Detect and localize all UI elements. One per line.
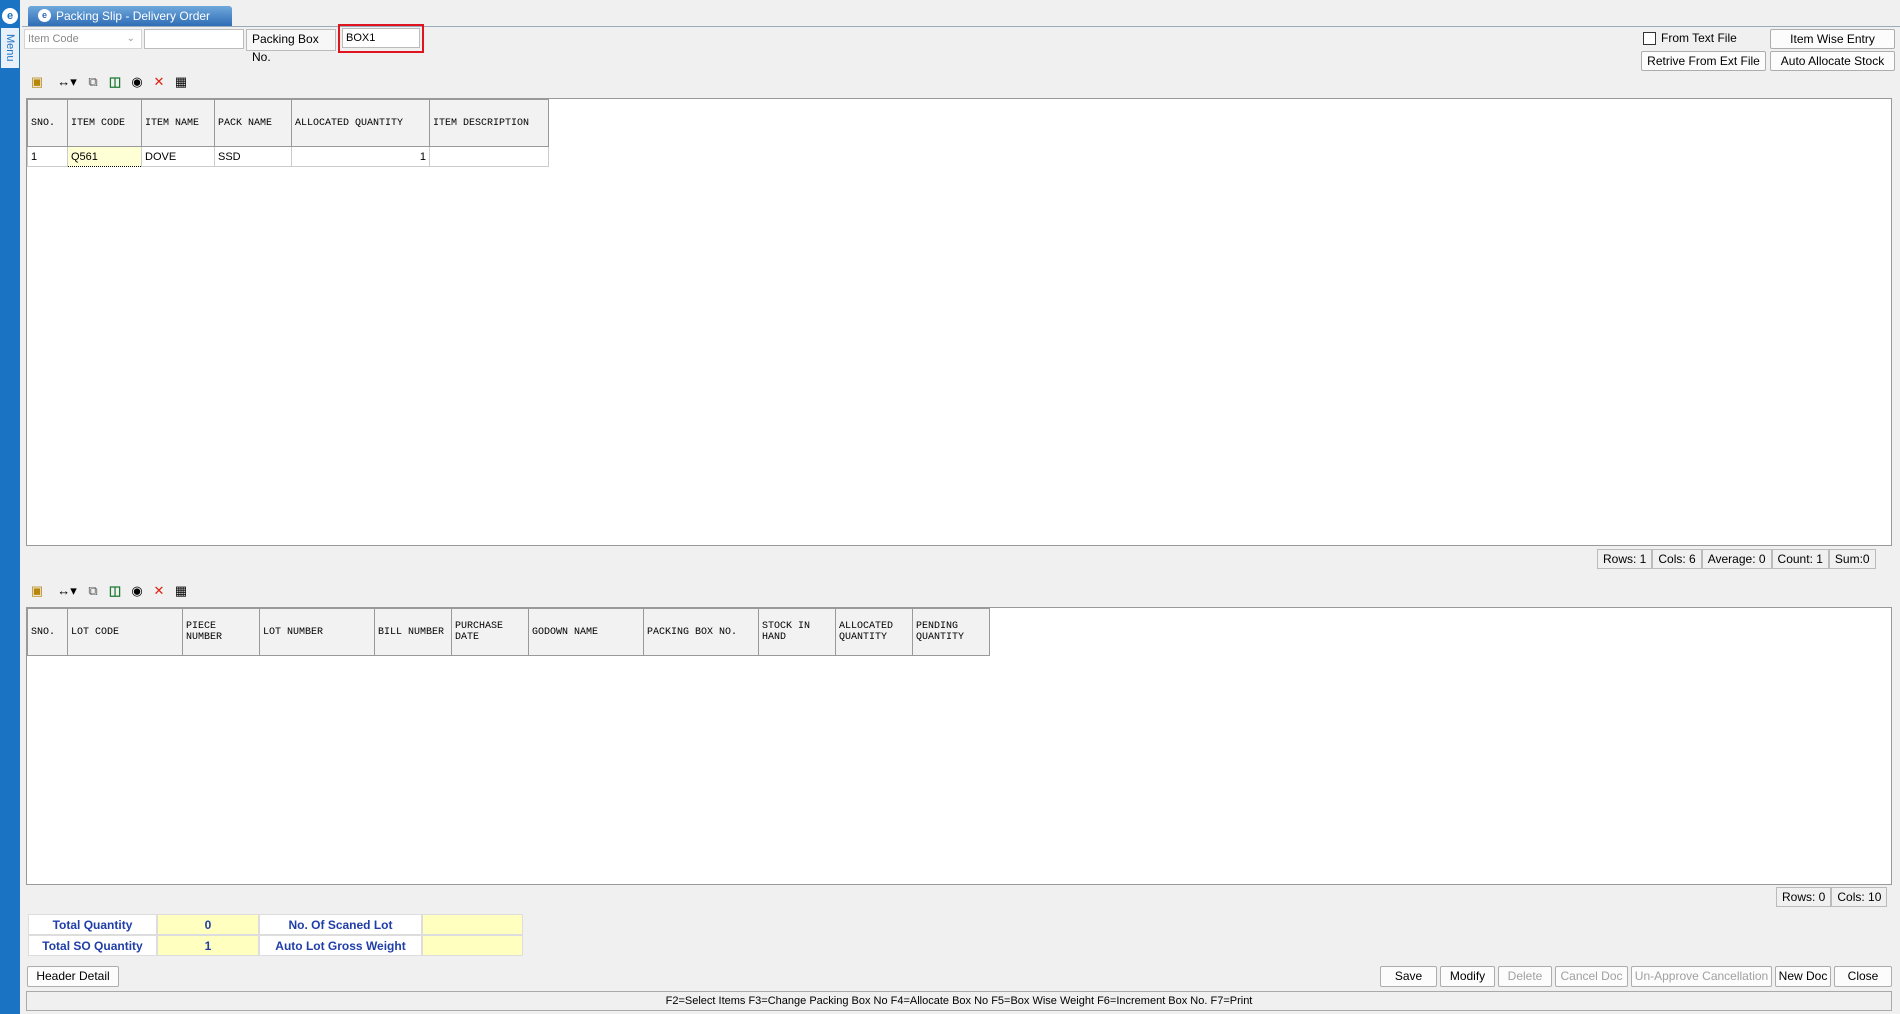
modify-button[interactable]: Modify <box>1440 966 1495 987</box>
col-pack-name[interactable]: PACK NAME <box>214 99 292 147</box>
col-godown-name[interactable]: GODOWN NAME <box>528 608 644 656</box>
auto-allocate-stock-button[interactable]: Auto Allocate Stock <box>1770 51 1895 71</box>
grid2-header-row: SNO. LOT CODE PIECE NUMBER LOT NUMBER BI… <box>27 608 990 656</box>
note-icon[interactable]: ▣ <box>28 73 46 91</box>
find-icon[interactable]: ◉ <box>128 582 146 600</box>
grid1-cols-count: Cols: 6 <box>1652 549 1702 569</box>
grid2-toolbar: ▣ ↔▾ ⧉ ◫ ◉ ✕ ▦ <box>28 582 208 602</box>
grid1-header-row: SNO. ITEM CODE ITEM NAME PACK NAME ALLOC… <box>27 99 549 147</box>
lots-grid: SNO. LOT CODE PIECE NUMBER LOT NUMBER BI… <box>27 608 990 656</box>
column-resize-icon[interactable]: ↔▾ <box>54 582 80 600</box>
col-sno[interactable]: SNO. <box>27 99 68 147</box>
tab-divider <box>22 26 1900 27</box>
item-wise-entry-button[interactable]: Item Wise Entry <box>1770 29 1895 49</box>
item-code-combo[interactable]: Item Code ⌄ <box>24 29 142 49</box>
col-item-description[interactable]: ITEM DESCRIPTION <box>429 99 549 147</box>
document-tab-icon: e <box>38 9 51 22</box>
grid1-count: Count: 1 <box>1771 549 1829 569</box>
header-detail-button[interactable]: Header Detail <box>27 966 119 987</box>
col-item-name[interactable]: ITEM NAME <box>141 99 215 147</box>
cell-item-code[interactable]: Q561 <box>67 146 142 167</box>
chevron-down-icon[interactable]: ⌄ <box>127 30 135 48</box>
copy-icon[interactable]: ⧉ <box>84 73 102 91</box>
total-so-quantity-value: 1 <box>157 935 259 956</box>
col-allocated-quantity[interactable]: ALLOCATED QUANTITY <box>291 99 430 147</box>
col-lot-number[interactable]: LOT NUMBER <box>259 608 375 656</box>
auto-lot-gross-weight-value <box>422 935 523 956</box>
grid2-cols-count: Cols: 10 <box>1831 887 1888 907</box>
packing-box-input[interactable]: BOX1 <box>342 28 420 48</box>
cell-pack-name[interactable]: SSD <box>214 146 292 167</box>
delete-button[interactable]: Delete <box>1498 966 1552 987</box>
find-icon[interactable]: ◉ <box>128 73 146 91</box>
col-sno[interactable]: SNO. <box>27 608 68 656</box>
col-pending-quantity[interactable]: PENDING QUANTITY <box>912 608 990 656</box>
grid1-rows-count: Rows: 1 <box>1597 549 1653 569</box>
retrive-from-ext-file-button[interactable]: Retrive From Ext File <box>1641 51 1766 71</box>
table-row[interactable]: 1 Q561 DOVE SSD 1 <box>27 146 549 167</box>
cell-item-description[interactable] <box>429 146 549 167</box>
save-button[interactable]: Save <box>1380 966 1437 987</box>
shortcut-hint-bar: F2=Select Items F3=Change Packing Box No… <box>26 991 1892 1011</box>
packing-box-label: Packing Box No. <box>246 29 336 64</box>
cell-item-name[interactable]: DOVE <box>141 146 215 167</box>
cell-sno[interactable]: 1 <box>27 146 68 167</box>
note-icon[interactable]: ▣ <box>28 582 46 600</box>
grid1-average: Average: 0 <box>1701 549 1772 569</box>
col-packing-box-no[interactable]: PACKING BOX NO. <box>643 608 759 656</box>
grid2-status-bar: Rows: 0 Cols: 10 <box>1776 887 1888 907</box>
cell-allocated-quantity[interactable]: 1 <box>291 146 430 167</box>
new-doc-button[interactable]: New Doc <box>1775 966 1831 987</box>
copy-icon[interactable]: ⧉ <box>84 582 102 600</box>
auto-lot-gross-weight-label: Auto Lot Gross Weight <box>259 935 422 956</box>
col-stock-in-hand[interactable]: STOCK IN HAND <box>758 608 836 656</box>
unapprove-cancellation-button[interactable]: Un-Approve Cancellation <box>1631 966 1772 987</box>
item-code-placeholder: Item Code <box>28 33 79 45</box>
grid2-rows-count: Rows: 0 <box>1776 887 1832 907</box>
app-logo-icon: e <box>2 8 18 24</box>
excel-icon[interactable]: ◫ <box>106 582 124 600</box>
items-grid-panel: SNO. ITEM CODE ITEM NAME PACK NAME ALLOC… <box>26 98 1892 546</box>
grid-icon[interactable]: ▦ <box>172 73 190 91</box>
cancel-doc-button[interactable]: Cancel Doc <box>1555 966 1628 987</box>
grid1-toolbar: ▣ ↔▾ ⧉ ◫ ◉ ✕ ▦ <box>28 73 208 93</box>
close-button[interactable]: Close <box>1834 966 1892 987</box>
delete-x-icon[interactable]: ✕ <box>150 73 168 91</box>
items-grid: SNO. ITEM CODE ITEM NAME PACK NAME ALLOC… <box>27 99 549 167</box>
scanned-lot-label: No. Of Scaned Lot <box>259 914 422 935</box>
total-quantity-value: 0 <box>157 914 259 935</box>
from-text-file-checkbox[interactable] <box>1643 32 1656 45</box>
grid1-status-bar: Rows: 1 Cols: 6 Average: 0 Count: 1 Sum:… <box>1597 549 1876 569</box>
total-so-quantity-label: Total SO Quantity <box>28 935 157 956</box>
delete-x-icon[interactable]: ✕ <box>150 582 168 600</box>
total-quantity-label: Total Quantity <box>28 914 157 935</box>
excel-icon[interactable]: ◫ <box>106 73 124 91</box>
lots-grid-panel: SNO. LOT CODE PIECE NUMBER LOT NUMBER BI… <box>26 607 1892 885</box>
col-piece-number[interactable]: PIECE NUMBER <box>182 608 260 656</box>
grid-icon[interactable]: ▦ <box>172 582 190 600</box>
col-purchase-date[interactable]: PURCHASE DATE <box>451 608 529 656</box>
side-menu-bar[interactable]: e Menu <box>0 0 20 1014</box>
col-bill-number[interactable]: BILL NUMBER <box>374 608 452 656</box>
item-code-input[interactable] <box>144 29 244 49</box>
col-item-code[interactable]: ITEM CODE <box>67 99 142 147</box>
scanned-lot-value <box>422 914 523 935</box>
from-text-file-label: From Text File <box>1661 31 1737 45</box>
col-lot-code[interactable]: LOT CODE <box>67 608 183 656</box>
column-resize-icon[interactable]: ↔▾ <box>54 73 80 91</box>
tab-packing-slip[interactable]: e Packing Slip - Delivery Order <box>28 6 232 26</box>
tab-title: Packing Slip - Delivery Order <box>56 9 211 23</box>
col-allocated-quantity[interactable]: ALLOCATED QUANTITY <box>835 608 913 656</box>
grid1-sum: Sum:0 <box>1828 549 1876 569</box>
menu-toggle[interactable]: Menu <box>1 28 19 68</box>
